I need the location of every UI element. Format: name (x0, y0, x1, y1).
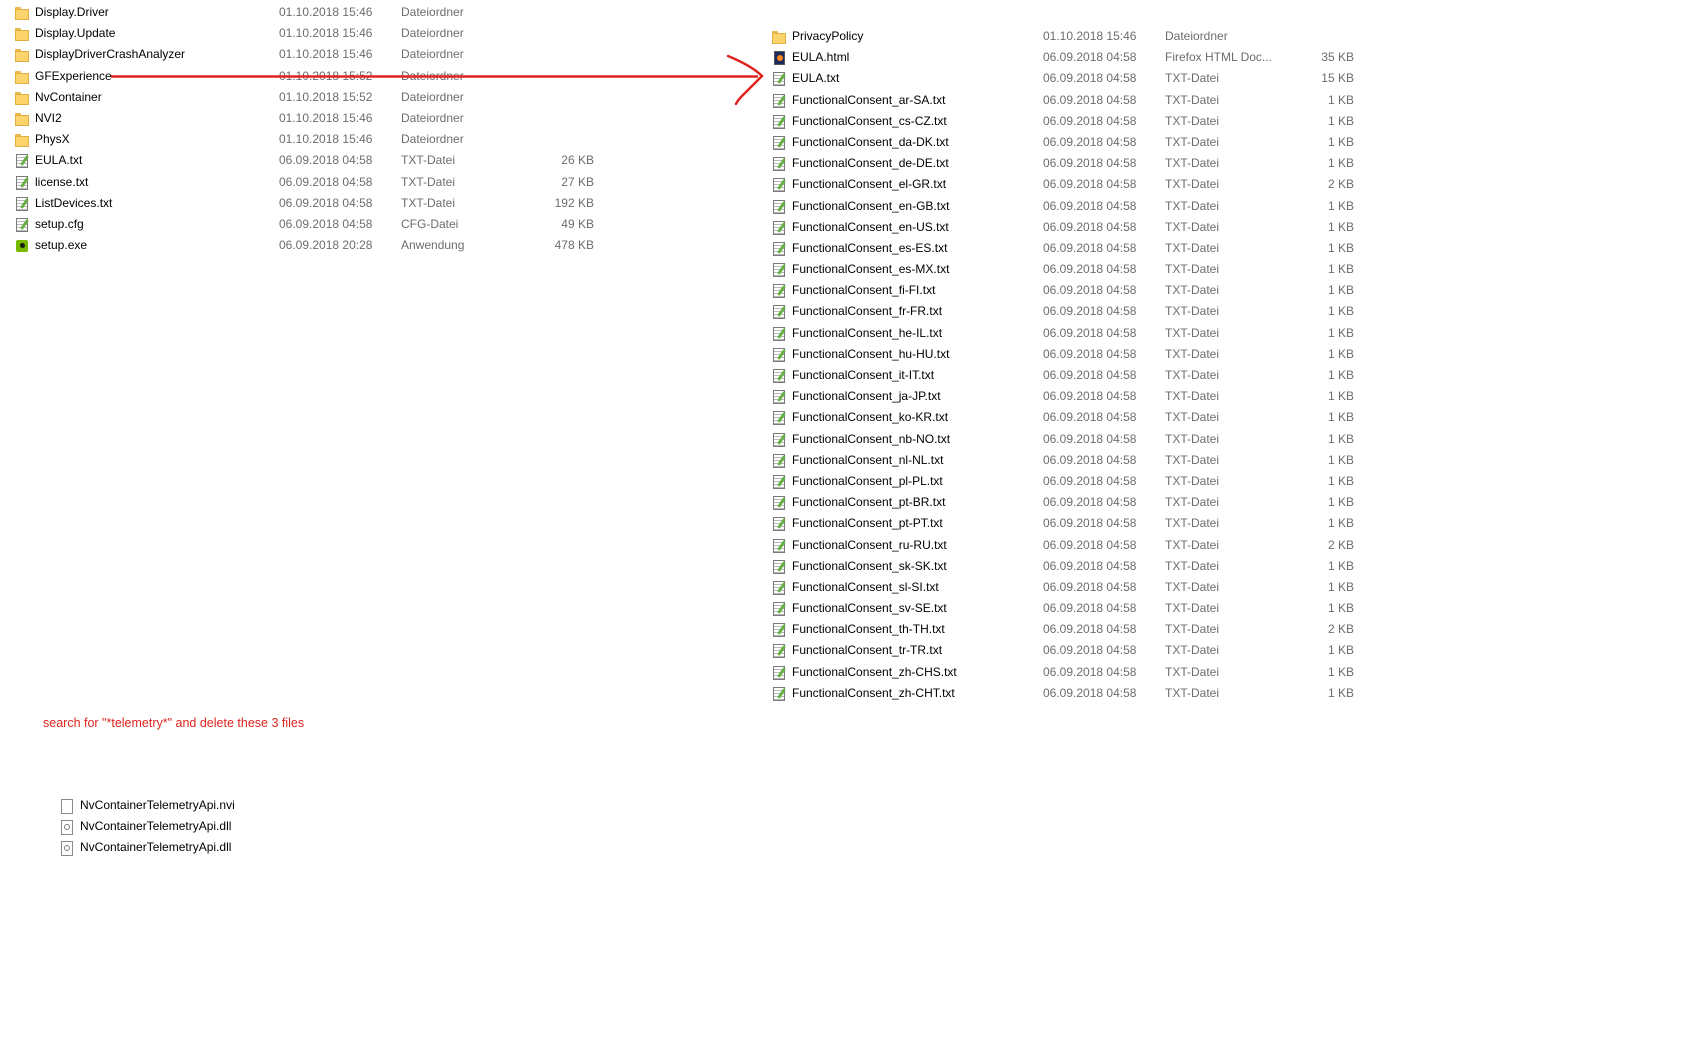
red-arrow-annotation (111, 54, 764, 106)
arrow-head (726, 54, 764, 106)
